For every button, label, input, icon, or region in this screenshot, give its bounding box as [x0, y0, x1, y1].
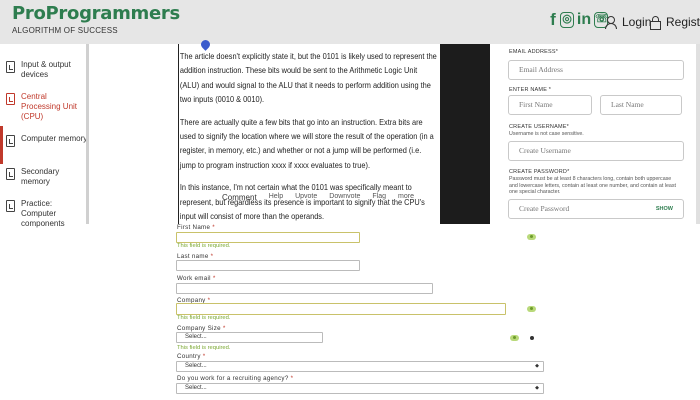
downvote-button[interactable]: Downvote	[329, 193, 360, 202]
last-name-label: Last name *	[177, 253, 213, 260]
label-text: Company Size	[177, 325, 221, 332]
select-value: Select...	[185, 385, 207, 391]
document-icon	[6, 61, 15, 73]
required-mark: *	[202, 353, 206, 360]
autofill-icon	[527, 306, 536, 312]
more-button[interactable]: more	[398, 193, 414, 202]
company-size-error: This field is required.	[177, 345, 231, 351]
username-label: CREATE USERNAME*	[509, 124, 569, 130]
company-size-select[interactable]: Select...	[176, 332, 323, 343]
password-hint: Password must be at least 8 characters l…	[509, 176, 676, 195]
sidebar-item-cpu[interactable]: Central Processing Unit (CPU)	[0, 92, 88, 122]
login-label: Login	[622, 15, 652, 29]
required-mark: *	[212, 275, 216, 282]
document-icon	[6, 135, 15, 147]
register-link[interactable]: Register	[650, 15, 700, 30]
autofill-icon	[510, 335, 519, 341]
page-divider	[440, 44, 490, 224]
required-mark: *	[222, 325, 226, 332]
work-email-input[interactable]	[176, 283, 433, 294]
label-text: Country	[177, 353, 201, 360]
recruiting-select[interactable]: Select... ◆	[176, 383, 544, 394]
top-header: ProProgrammers ALGORITHM OF SUCCESS f ◎ …	[0, 0, 700, 44]
first-name-field[interactable]: First Name	[508, 95, 592, 115]
select-value: Select...	[185, 334, 207, 340]
select-value: Select...	[185, 363, 207, 369]
sidebar-item-label: Practice: Computer components	[21, 199, 65, 228]
register-label: Register	[666, 15, 700, 29]
country-label: Country *	[177, 353, 206, 360]
sidebar-item-computer-memory[interactable]: Computer memory	[0, 134, 88, 147]
lesson-sidebar: Input & output devices Central Processin…	[0, 44, 89, 228]
lock-icon	[650, 15, 661, 30]
password-label: CREATE PASSWORD*	[509, 169, 570, 175]
company-input[interactable]	[176, 303, 506, 315]
email-field[interactable]: Email Address	[508, 60, 684, 80]
sidebar-item-input-output[interactable]: Input & output devices	[0, 60, 88, 80]
user-icon	[605, 16, 617, 29]
email-label: EMAIL ADDRESS*	[509, 49, 559, 55]
chevron-down-icon: ◆	[535, 385, 539, 391]
sidebar-item-label: Input & output devices	[21, 60, 71, 79]
facebook-icon[interactable]: f	[548, 11, 558, 28]
name-label: ENTER NAME *	[509, 87, 552, 93]
last-name-input[interactable]	[176, 260, 360, 271]
autofill-icon	[527, 234, 536, 240]
company-size-label: Company Size *	[177, 325, 226, 332]
linkedin-icon[interactable]: in	[576, 12, 592, 28]
signup-scrollbar[interactable]	[696, 44, 700, 224]
login-link[interactable]: Login	[605, 15, 651, 29]
upvote-button[interactable]: Upvote	[295, 193, 317, 202]
document-icon	[6, 200, 15, 212]
comment-paragraph: The article doesn't explicitly state it,…	[179, 51, 437, 105]
username-field[interactable]: Create Username	[508, 141, 684, 161]
last-name-field[interactable]: Last Name	[600, 95, 682, 115]
country-select[interactable]: Select... ◆	[176, 361, 544, 372]
sidebar-item-label: Central Processing Unit (CPU)	[21, 92, 78, 121]
comment-button[interactable]: Comment	[222, 193, 257, 202]
password-placeholder: Create Password	[519, 204, 570, 213]
required-mark: *	[210, 253, 214, 260]
flag-button[interactable]: Flag	[372, 193, 386, 202]
brand-logo[interactable]: ProProgrammers ALGORITHM OF SUCCESS	[12, 3, 180, 35]
sidebar-item-practice[interactable]: Practice: Computer components	[0, 199, 88, 229]
chevron-down-icon: ◆	[535, 363, 539, 369]
company-error: This field is required.	[177, 315, 231, 321]
brand-tagline: ALGORITHM OF SUCCESS	[12, 26, 118, 35]
work-email-label: Work email *	[177, 275, 216, 282]
first-name-input[interactable]	[176, 232, 360, 243]
sidebar-scrollbar[interactable]	[86, 44, 89, 224]
dropdown-dot-icon	[530, 336, 534, 340]
recruiting-label: Do you work for a recruiting agency? *	[177, 375, 293, 382]
first-name-error: This field is required.	[177, 243, 231, 249]
required-mark: *	[212, 224, 216, 231]
label-text: Last name	[177, 253, 209, 260]
show-password-button[interactable]: SHOW	[656, 200, 673, 218]
username-hint: Username is not case sensitive.	[509, 131, 584, 137]
required-mark: *	[290, 375, 294, 382]
help-button[interactable]: Help	[269, 193, 283, 202]
comment-toolbar: Comment Help Upvote Downvote Flag more	[222, 193, 414, 202]
document-icon	[6, 93, 15, 105]
document-icon	[6, 168, 15, 180]
sidebar-item-secondary-memory[interactable]: Secondary memory	[0, 167, 88, 187]
sidebar-item-label: Computer memory	[21, 134, 88, 143]
label-text: Do you work for a recruiting agency?	[177, 375, 289, 382]
signup-form: EMAIL ADDRESS* Email Address ENTER NAME …	[490, 44, 700, 224]
sidebar-item-label: Secondary memory	[21, 167, 60, 186]
comment-paragraph: There are actually quite a few bits that…	[179, 116, 434, 170]
instagram-icon[interactable]: ◎	[560, 12, 574, 28]
label-text: First Name	[177, 224, 211, 231]
brand-name: ProProgrammers	[12, 3, 180, 24]
password-field[interactable]: Create Password SHOW	[508, 199, 684, 219]
social-links: f ◎ in ☏	[548, 11, 609, 28]
label-text: Work email	[177, 275, 211, 282]
first-name-label: First Name *	[177, 224, 215, 231]
